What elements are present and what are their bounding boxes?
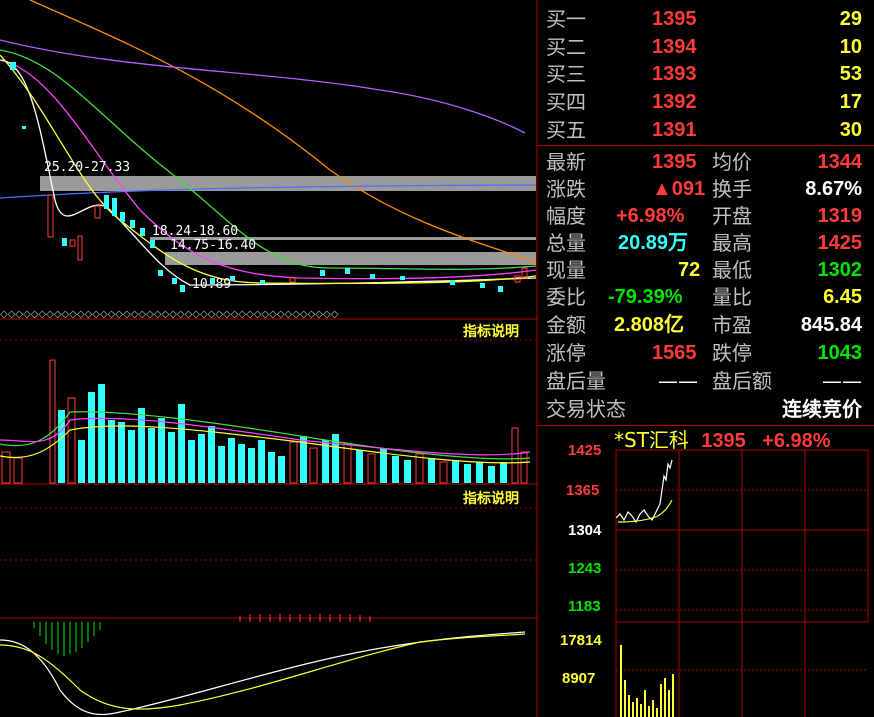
quote-row-5: 现量 72 最低 1302 (538, 257, 868, 283)
last-price: 1395 (652, 151, 697, 173)
after-vol-label: 盘后量 (546, 369, 606, 393)
macd-bars (33, 614, 371, 656)
quote-row-8: 涨停 1565 跌停 1043 (538, 340, 868, 366)
change-value: ▲091 (652, 178, 706, 200)
volume-bars (1, 359, 528, 484)
limit-down-value: 1043 (817, 342, 863, 364)
after-vol-value: —— (658, 369, 698, 393)
bid-row-2[interactable]: 买二 1394 10 (538, 34, 868, 60)
last-label: 最新 (546, 150, 586, 174)
macd-dea (0, 633, 526, 710)
volume-indicator-link[interactable]: 指标说明 (463, 488, 519, 508)
bidask-value: -79.39% (608, 286, 683, 308)
amount-label: 金额 (546, 313, 586, 337)
total-vol-label: 总量 (546, 231, 586, 255)
mini-intraday-chart[interactable] (538, 440, 874, 717)
vol-ratio-label: 量比 (712, 285, 752, 309)
after-amt-value: —— (822, 369, 862, 393)
low-label: 最低 (712, 258, 752, 282)
annotation-low-price: 10.89 (192, 277, 232, 292)
macd-dif (0, 631, 526, 716)
low-value: 1302 (817, 259, 863, 281)
high-value: 1425 (817, 232, 863, 254)
limit-down-label: 跌停 (712, 341, 752, 365)
open-label: 开盘 (712, 204, 752, 228)
quote-row-3: 幅度 +6.98% 开盘 1319 (538, 203, 868, 229)
zone-high (40, 176, 536, 191)
after-amt-label: 盘后额 (712, 369, 772, 393)
intraday-volume (620, 645, 674, 717)
bidask-label: 委比 (546, 285, 586, 309)
open-value: 1319 (817, 205, 863, 227)
quote-row-4: 总量 20.89万 最高 1425 (538, 230, 868, 256)
ma-orange (29, 0, 537, 263)
status-value: 连续竞价 (782, 397, 862, 421)
pe-value: 845.84 (800, 314, 862, 336)
pe-label: 市盈 (712, 313, 752, 337)
cur-vol-value: 72 (678, 259, 701, 281)
price-line (615, 459, 673, 524)
bid-row-4[interactable]: 买四 1392 17 (538, 89, 868, 115)
annotation-zone-high: 25.20-27.33 (44, 160, 131, 175)
turnover-label: 换手 (712, 177, 752, 201)
amount-value: 2.808亿 (614, 314, 685, 336)
quote-row-7: 金额 2.808亿 市盈 845.84 (538, 312, 868, 338)
quote-row-10: 交易状态 连续竞价 (538, 396, 868, 422)
limit-up-label: 涨停 (546, 341, 586, 365)
right-panel: 买一 1395 29 买二 1394 10 买三 1393 53 买四 1392… (538, 0, 874, 717)
quote-row-6: 委比 -79.39% 量比 6.45 (538, 284, 868, 310)
kline-indicator-link[interactable]: 指标说明 (463, 321, 519, 341)
total-vol-value: 20.89万 (618, 232, 689, 254)
ma-purple (0, 39, 526, 134)
zone-low (165, 252, 536, 265)
kline-chart[interactable]: ◇◇◇◇◇◇◇◇◇◇◇◇◇◇◇◇◇◇◇◇◇◇◇◇◇◇◇◇◇◇◇◇◇◇◇◇◇◇◇◇… (0, 0, 538, 717)
quote-row-9: 盘后量 —— 盘后额 —— (538, 368, 868, 394)
quote-row-1: 最新 1395 均价 1344 (538, 149, 868, 175)
bid-row-1[interactable]: 买一 1395 29 (538, 6, 868, 32)
avg-price: 1344 (817, 151, 863, 173)
pct-value: +6.98% (616, 205, 685, 227)
cur-vol-label: 现量 (546, 258, 586, 282)
vol-ratio-value: 6.45 (823, 286, 862, 308)
change-label: 涨跌 (546, 177, 586, 201)
limit-up-value: 1565 (652, 342, 697, 364)
status-label: 交易状态 (546, 397, 626, 421)
signal-markers: ◇◇◇◇◇◇◇◇◇◇◇◇◇◇◇◇◇◇◇◇◇◇◇◇◇◇◇◇◇◇◇◇◇◇◇◇◇◇◇◇… (0, 309, 339, 320)
annotation-zone-low: 14.75-16.40 (170, 238, 257, 253)
bid-row-3[interactable]: 买三 1393 53 (538, 61, 868, 87)
bid-row-5[interactable]: 买五 1391 30 (538, 117, 868, 143)
quote-row-2: 涨跌 ▲091 换手 8.67% (538, 176, 868, 202)
annotation-zone-mid: 18.24-18.60 (152, 224, 239, 239)
turnover-value: 8.67% (805, 178, 862, 200)
high-label: 最高 (712, 231, 752, 255)
pct-label: 幅度 (546, 204, 586, 228)
avg-label: 均价 (712, 150, 752, 174)
